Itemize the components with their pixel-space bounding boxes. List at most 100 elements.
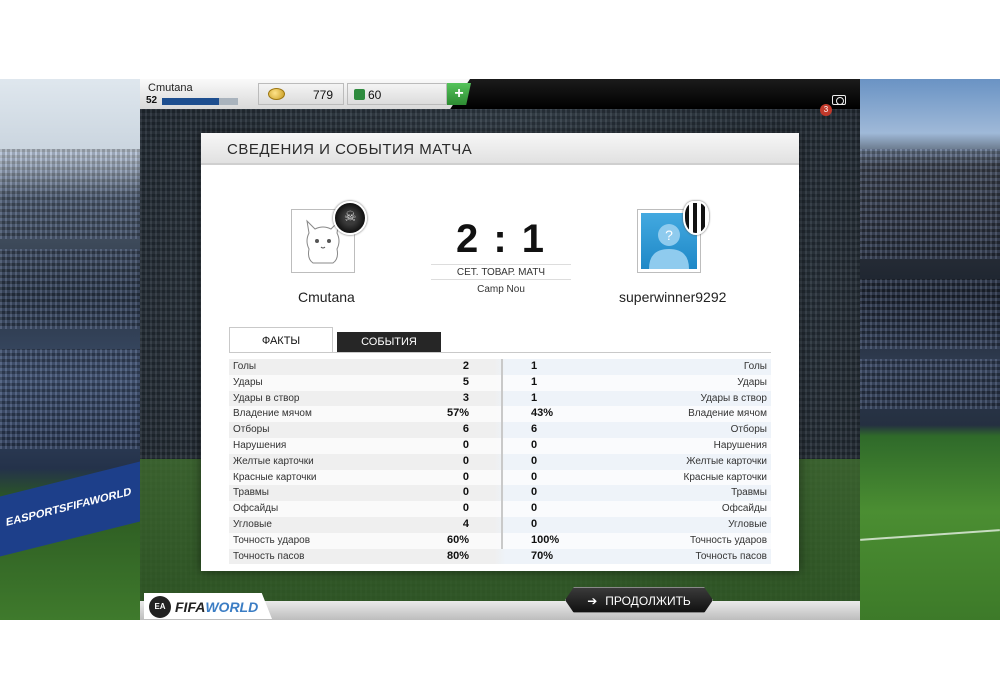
stats-table: Голы 2 1 Голы Удары 5 1 Удары Удары в створ 3 1 Уда… — [229, 359, 771, 565]
stat-value-home: 0 — [462, 502, 469, 515]
stat-label-away: Нарушения — [713, 439, 767, 451]
stat-value-home: 5 — [462, 375, 469, 388]
world-logo-word: WORLD — [205, 599, 259, 615]
stat-label-away: Точность пасов — [695, 550, 768, 562]
stat-row: Голы 2 1 Голы — [229, 359, 771, 375]
crowd-left-middle — [0, 249, 140, 329]
crowd-right-upper — [860, 149, 1000, 259]
stat-value-home: 80% — [446, 549, 469, 562]
stat-row: Красные карточки 0 0 Красные карточки — [229, 469, 771, 486]
stat-value-away: 0 — [531, 438, 538, 451]
away-club-badge-icon — [683, 201, 709, 235]
stat-row: Отборы 6 6 Отборы — [229, 422, 771, 438]
crowd-right-middle — [860, 279, 1000, 349]
ea-logo-icon: EA — [149, 596, 171, 618]
tab-events[interactable]: СОБЫТИЯ — [337, 332, 441, 353]
stat-label-away: Голы — [743, 361, 767, 372]
panel-header: СВЕДЕНИЯ И СОБЫТИЯ МАТЧА — [201, 133, 799, 165]
crowd-left-lower — [0, 349, 140, 449]
stat-value-away: 1 — [531, 391, 538, 404]
coins-value: 779 — [312, 88, 333, 102]
stat-label-away: Владение мячом — [688, 408, 767, 420]
stat-label-home: Угловые — [233, 518, 272, 530]
xp-progress-bar — [162, 98, 238, 105]
home-team-name: Cmutana — [298, 289, 355, 305]
stat-label-away: Травмы — [731, 487, 767, 499]
stat-label-home: Травмы — [233, 487, 269, 499]
buy-points-button[interactable]: + — [447, 83, 471, 105]
stat-value-away: 0 — [531, 454, 538, 467]
fifa-logo-word: FIFA — [175, 599, 206, 615]
stat-value-away: 6 — [531, 423, 538, 436]
stat-label-away: Угловые — [728, 518, 767, 530]
home-club-badge-icon — [333, 201, 367, 235]
ad-board-text: EASPORTSFIFAWORLD — [6, 485, 132, 529]
player-level: 52 — [146, 95, 158, 106]
stat-value-home: 4 — [462, 517, 469, 530]
stat-value-home: 2 — [462, 360, 469, 372]
notification-badge: 3 — [820, 104, 832, 116]
stat-value-home: 0 — [462, 486, 469, 499]
stat-row: Удары в створ 3 1 Удары в створ — [229, 390, 771, 407]
away-team-name: superwinner9292 — [619, 289, 727, 305]
stat-row: Желтые карточки 0 0 Желтые карточки — [229, 453, 771, 470]
game-window: Cmutana 52 779 60 + 3 СВЕДЕНИЯ И СОБЫТИЯ… — [140, 79, 860, 620]
stat-label-away: Точность ударов — [689, 534, 767, 546]
stat-value-home: 6 — [462, 423, 469, 436]
points-value: 60 — [368, 88, 382, 102]
stat-label-home: Удары в створ — [233, 392, 300, 404]
camera-icon[interactable] — [832, 95, 846, 105]
stat-label-away: Отборы — [730, 424, 767, 436]
coins-counter: 779 — [258, 83, 344, 105]
stat-row: Офсайды 0 0 Офсайды — [229, 501, 771, 517]
avatar-glyph: ? — [665, 227, 673, 243]
panel-title: СВЕДЕНИЯ И СОБЫТИЯ МАТЧА — [227, 141, 473, 158]
player-name: Cmutana — [148, 82, 193, 94]
stat-row: Нарушения 0 0 Нарушения — [229, 437, 771, 454]
stat-row: Угловые 4 0 Угловые — [229, 516, 771, 533]
points-counter: 60 — [347, 83, 447, 105]
fifa-world-logo: EA FIFAWORLD — [144, 593, 272, 619]
stat-value-away: 0 — [531, 517, 538, 530]
stat-value-away: 0 — [531, 470, 538, 483]
stat-label-home: Нарушения — [233, 439, 287, 451]
stat-row: Точность пасов 80% 70% Точность пасов — [229, 548, 771, 565]
ad-board-left: EASPORTSFIFAWORLD — [0, 461, 140, 557]
stadium-background-right — [860, 79, 1000, 620]
stat-value-home: 0 — [462, 438, 469, 451]
arrow-right-icon: ➔ — [587, 594, 598, 608]
stat-value-away: 0 — [531, 502, 538, 515]
stat-value-away: 70% — [531, 549, 554, 562]
stat-label-home: Точность пасов — [233, 550, 305, 562]
stat-row: Травмы 0 0 Травмы — [229, 485, 771, 502]
crowd-right-lower — [860, 359, 1000, 409]
stat-value-away: 100% — [531, 533, 560, 546]
stadium-background-left: EASPORTSFIFAWORLD — [0, 79, 140, 620]
stat-row: Точность ударов 60% 100% Точность ударов — [229, 532, 771, 549]
stat-value-home: 0 — [462, 470, 469, 483]
stat-value-home: 0 — [462, 454, 469, 467]
tab-divider — [229, 352, 771, 353]
stat-label-home: Владение мячом — [233, 408, 312, 420]
stat-label-away: Офсайды — [721, 503, 767, 515]
continue-label: ПРОДОЛЖИТЬ — [605, 594, 691, 608]
stat-value-home: 3 — [462, 391, 469, 404]
match-details-panel: СВЕДЕНИЯ И СОБЫТИЯ МАТЧА Cmutana 2 : 1 С… — [201, 133, 799, 571]
xp-progress-fill — [162, 98, 219, 105]
points-icon — [354, 89, 365, 100]
player-info-bar: Cmutana 52 779 60 — [140, 79, 470, 109]
pitch-line — [860, 529, 1000, 541]
match-type: СЕТ. ТОВАР. МАТЧ — [431, 264, 571, 280]
stat-label-away: Удары в створ — [700, 392, 768, 404]
fifa-logo-text: FIFAWORLD — [175, 599, 258, 615]
stat-label-home: Удары — [233, 376, 263, 388]
stats-center-divider — [501, 359, 503, 549]
tab-facts[interactable]: ФАКТЫ — [229, 327, 333, 353]
stat-row: Владение мячом 57% 43% Владение мячом — [229, 406, 771, 423]
continue-button[interactable]: ➔ ПРОДОЛЖИТЬ — [565, 587, 713, 613]
stat-label-home: Точность ударов — [233, 534, 311, 546]
stat-value-away: 1 — [531, 375, 538, 388]
stadium-name: Camp Nou — [477, 284, 525, 295]
stat-label-home: Офсайды — [233, 503, 279, 515]
crowd-left-upper — [0, 149, 140, 239]
